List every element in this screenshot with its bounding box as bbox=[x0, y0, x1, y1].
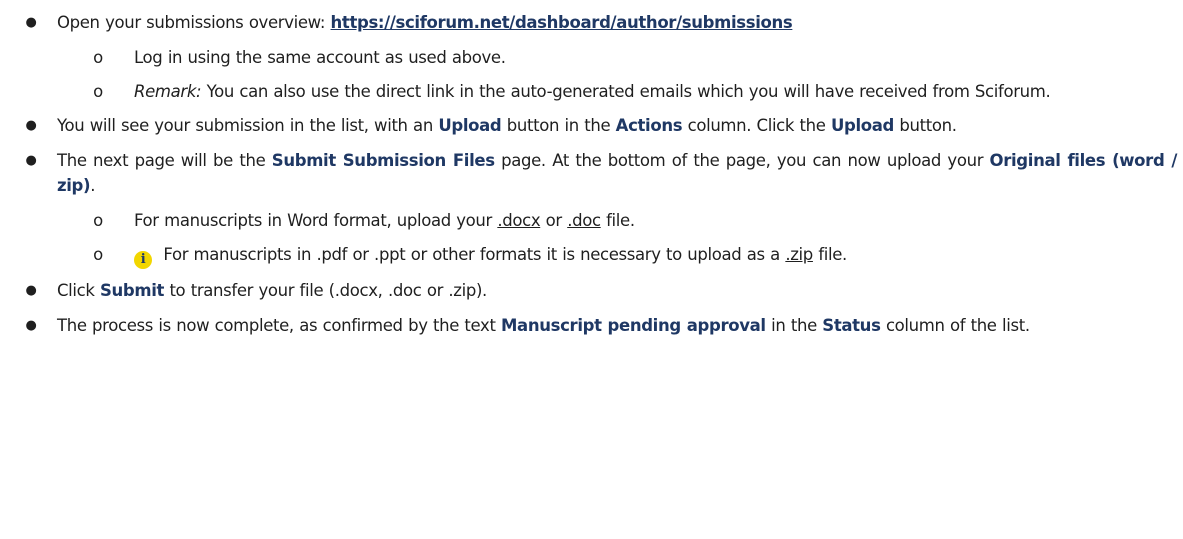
text: button in the bbox=[501, 116, 616, 135]
text: Open your submissions overview: bbox=[57, 13, 331, 32]
remark-label: Remark: bbox=[134, 82, 202, 101]
sub-bullet-marker: o bbox=[93, 48, 103, 67]
submissions-link[interactable]: https://sciforum.net/dashboard/author/su… bbox=[331, 13, 793, 32]
text: column of the list. bbox=[880, 316, 1030, 335]
text: button. bbox=[893, 116, 957, 135]
text: For manuscripts in Word format, upload y… bbox=[134, 211, 498, 230]
text: You will see your submission in the list… bbox=[57, 116, 439, 135]
bullet-submit-files-page: ● The next page will be the Submit Submi… bbox=[0, 148, 1178, 198]
upload-term: Upload bbox=[438, 116, 502, 135]
text: page. At the bottom of the page, you can… bbox=[494, 151, 990, 170]
bullet-marker: ● bbox=[25, 118, 37, 133]
docx-term: .docx bbox=[497, 211, 541, 230]
bullet-marker: ● bbox=[25, 318, 37, 333]
bullet-marker: ● bbox=[25, 283, 37, 298]
sub-bullet-marker: o bbox=[93, 245, 103, 264]
text: to transfer your file (.docx, .doc or .z… bbox=[164, 281, 487, 300]
sub-bullet-marker: o bbox=[93, 211, 103, 230]
text: For manuscripts in .pdf or .ppt or other… bbox=[158, 245, 786, 264]
bullet-process-complete: ● The process is now complete, as confir… bbox=[0, 313, 1177, 338]
text: The process is now complete, as confirme… bbox=[57, 316, 501, 335]
sub-bullet-word-format: o For manuscripts in Word format, upload… bbox=[0, 208, 1177, 233]
sub-bullet-login: o Log in using the same account as used … bbox=[0, 45, 1177, 70]
bullet-upload-button: ● You will see your submission in the li… bbox=[0, 113, 1177, 138]
text: Click bbox=[57, 281, 100, 300]
sub-bullet-marker: o bbox=[93, 82, 103, 101]
doc-term: .doc bbox=[567, 211, 601, 230]
text: file. bbox=[600, 211, 635, 230]
bullet-click-submit: ● Click Submit to transfer your file (.d… bbox=[0, 278, 1177, 303]
status-term: Status bbox=[822, 316, 881, 335]
instructions-document: ● Open your submissions overview: https:… bbox=[0, 0, 1183, 539]
submit-files-term: Submit Submission Files bbox=[271, 151, 495, 170]
upload-term: Upload bbox=[830, 116, 894, 135]
bullet-marker: ● bbox=[25, 153, 37, 168]
sub-bullet-other-formats: o i For manuscripts in .pdf or .ppt or o… bbox=[0, 242, 1177, 269]
actions-term: Actions bbox=[615, 116, 683, 135]
submit-term: Submit bbox=[99, 281, 165, 300]
text: The next page will be the bbox=[57, 151, 272, 170]
text: or bbox=[540, 211, 568, 230]
zip-term: .zip bbox=[785, 245, 813, 264]
text: in the bbox=[765, 316, 823, 335]
info-icon: i bbox=[134, 251, 152, 269]
text: column. Click the bbox=[682, 116, 831, 135]
pending-approval-term: Manuscript pending approval bbox=[500, 316, 766, 335]
text: . bbox=[90, 176, 96, 195]
bullet-marker: ● bbox=[25, 15, 37, 30]
text: You can also use the direct link in the … bbox=[201, 82, 1051, 101]
text: Log in using the same account as used ab… bbox=[134, 48, 506, 67]
sub-bullet-remark: o Remark: You can also use the direct li… bbox=[0, 79, 1177, 104]
text: file. bbox=[812, 245, 847, 264]
bullet-open-submissions: ● Open your submissions overview: https:… bbox=[0, 10, 1177, 35]
